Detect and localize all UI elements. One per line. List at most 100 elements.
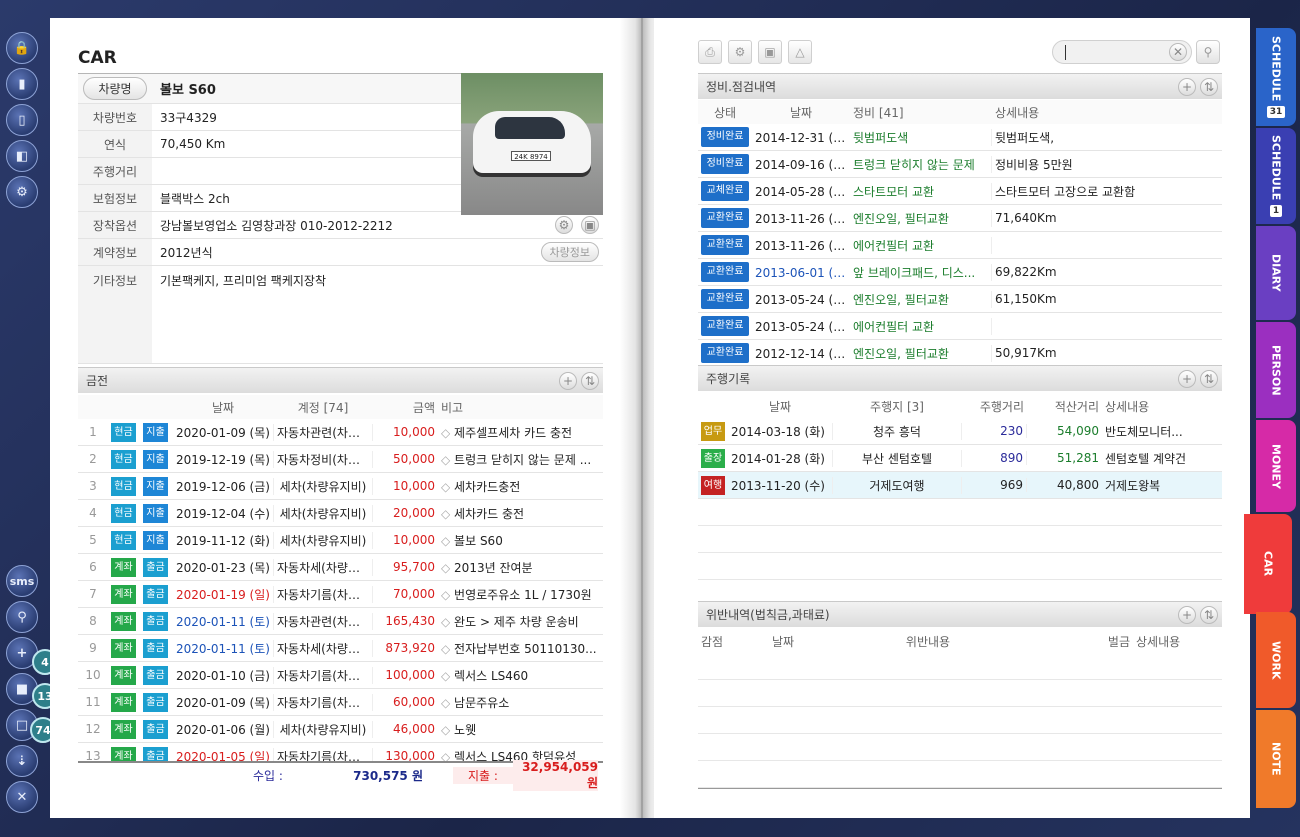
date-cell: 2020-01-23 (목) (176, 560, 270, 575)
lock-icon[interactable]: 🔒 (6, 32, 38, 64)
payment-type-tag: 계좌 (111, 638, 136, 658)
table-row[interactable]: 7 계좌 출금 2020-01-19 (일) 자동차기름(차량... 70,000 ◇ 번영… (78, 581, 603, 608)
cart-icon[interactable]: △ (788, 40, 812, 64)
sort-icon[interactable]: ⇅ (1200, 78, 1218, 96)
col-header: 비고 (441, 400, 464, 415)
search-icon[interactable]: ⚲ (1196, 40, 1220, 64)
table-row[interactable]: 8 계좌 출금 2020-01-11 (토) 자동차관련(차량... 165,430 ◇ 완… (78, 608, 603, 635)
add-icon[interactable]: + (1178, 78, 1196, 96)
payment-type-tag: 계좌 (111, 557, 136, 577)
table-row[interactable]: 10 계좌 출금 2020-01-10 (금) 자동차기름(차량... 100,000 ◇ … (78, 662, 603, 689)
table-row[interactable]: 9 계좌 출금 2020-01-11 (토) 자동차세(차량유... 873,920 ◇ 전… (78, 635, 603, 662)
search-input[interactable]: ✕ (1052, 40, 1192, 64)
place-cell: 청주 흥덕 (832, 422, 962, 440)
tag-icon: ◇ (441, 668, 455, 683)
amount-cell: 50,000 (393, 452, 435, 466)
field-value: 70,450 Km (160, 137, 226, 151)
col-header: 적산거리 (1054, 399, 1099, 414)
tab-money[interactable]: MONEY (1256, 420, 1296, 512)
col-header: 계정 [74] (297, 400, 349, 415)
table-row[interactable]: 교환완료 2013-11-26 (화) 에어컨필터 교환 (698, 232, 1222, 259)
settings-icon[interactable]: ⚙ (728, 40, 752, 64)
transaction-type-tag: 지출 (143, 503, 168, 523)
table-row[interactable]: 5 현금 지출 2019-11-12 (화) 세차(차량유지비) 10,000 ◇ 볼보 S… (78, 527, 603, 554)
payment-type-tag: 현금 (111, 422, 136, 442)
item-cell: 엔진오일, 필터교환 (850, 344, 992, 362)
table-row[interactable]: 교환완료 2013-11-26 (화) 엔진오일, 필터교환 71,640Km (698, 205, 1222, 232)
table-row[interactable]: 출장 2014-01-28 (화) 부산 센텀호텔 890 51,281 센텀호텔 계약건 (698, 445, 1222, 472)
date-cell: 2013-11-26 (화) (755, 211, 849, 226)
tab-schedule[interactable]: SCHEDULE 31 (1256, 28, 1296, 126)
search-icon[interactable]: ⚲ (6, 601, 38, 633)
tab-diary[interactable]: DIARY (1256, 226, 1296, 320)
table-row[interactable]: 정비완료 2014-12-31 (수) 뒷범퍼도색 뒷범퍼도색, (698, 124, 1222, 151)
date-cell: 2020-01-11 (토) (176, 614, 270, 629)
car-name-label[interactable]: 차량명 (83, 77, 147, 100)
row-number: 4 (89, 506, 97, 520)
table-row[interactable]: 교환완료 2013-05-24 (금) 엔진오일, 필터교환 61,150Km (698, 286, 1222, 313)
account-cell: 자동차세(차량유... (273, 639, 373, 657)
date-cell: 2013-05-24 (금) (755, 319, 849, 334)
transaction-type-tag: 지출 (143, 476, 168, 496)
tab-note[interactable]: NOTE (1256, 710, 1296, 808)
book-icon[interactable]: ▮ (6, 68, 38, 100)
car-name-value: 볼보 S60 (160, 83, 216, 98)
tab-label: DIARY (1269, 254, 1283, 292)
total-distance-cell: 40,800 (1057, 478, 1099, 492)
tab-work[interactable]: WORK (1256, 612, 1296, 708)
table-row[interactable]: 교환완료 2013-05-24 (금) 에어컨필터 교환 (698, 313, 1222, 340)
page-left-icon[interactable]: ◧ (6, 140, 38, 172)
detail-cell: 71,640Km (995, 211, 1057, 225)
expense-value: 32,954,059 원 (513, 759, 598, 791)
add-icon[interactable]: + (559, 372, 577, 390)
page-right-icon[interactable]: ▯ (6, 104, 38, 136)
left-page: CAR 차량명 볼보 S60 차량번호 33구4329 연식 70,450 Km 주… (50, 18, 640, 818)
payment-type-tag: 현금 (111, 449, 136, 469)
sort-icon[interactable]: ⇅ (581, 372, 599, 390)
payment-type-tag: 계좌 (111, 665, 136, 685)
close-icon[interactable]: ✕ (6, 781, 38, 813)
tab-person[interactable]: PERSON (1256, 322, 1296, 418)
table-row[interactable]: 교체완료 2014-05-28 (수) 스타트모터 교환 스타트모터 고장으로 교환함 (698, 178, 1222, 205)
maintenance-table: 상태 날짜 정비 [41] 상세내용 정비완료 2014-12-31 (수) 뒷범퍼… (698, 100, 1222, 367)
tab-schedule[interactable]: SCHEDULE 1 (1256, 128, 1296, 224)
car-icon[interactable]: ▣ (581, 216, 599, 234)
add-icon[interactable]: + (1178, 370, 1196, 388)
add-icon[interactable]: + (1178, 606, 1196, 624)
tab-car[interactable]: CAR (1244, 514, 1292, 614)
save-icon[interactable]: ▣ (758, 40, 782, 64)
table-row[interactable]: 정비완료 2014-09-16 (화) 트렁크 닫히지 않는 문제 정비비용 5만원 (698, 151, 1222, 178)
row-number: 3 (89, 479, 97, 493)
row-number: 6 (89, 560, 97, 574)
chevron-down-icon[interactable]: ⇣ (6, 745, 38, 777)
clear-icon[interactable]: ✕ (1169, 43, 1187, 61)
date-cell: 2020-01-06 (월) (176, 722, 270, 737)
table-row[interactable]: 교환완료 2012-12-14 (금) 엔진오일, 필터교환 50,917Km (698, 340, 1222, 367)
table-row[interactable]: 여행 2013-11-20 (수) 거제도여행 969 40,800 거제도왕복 (698, 472, 1222, 499)
tab-label: WORK (1269, 640, 1283, 680)
car-info-button[interactable]: 차량정보 (540, 242, 599, 262)
print-icon[interactable]: ⎙ (698, 40, 722, 64)
table-row[interactable]: 3 현금 지출 2019-12-06 (금) 세차(차량유지비) 10,000 ◇ 세차카드… (78, 473, 603, 500)
amount-cell: 10,000 (393, 533, 435, 547)
table-row[interactable]: 6 계좌 출금 2020-01-23 (목) 자동차세(차량유... 95,700 ◇ 20… (78, 554, 603, 581)
transaction-type-tag: 지출 (143, 449, 168, 469)
account-cell: 자동차관련(차량... (273, 612, 373, 630)
sort-icon[interactable]: ⇅ (1200, 370, 1218, 388)
table-row[interactable]: 11 계좌 출금 2020-01-09 (목) 자동차기름(차량... 60,000 ◇ 남… (78, 689, 603, 716)
field-label: 차량번호 (78, 104, 152, 130)
note-cell: 전자납부번호 50110130... (454, 641, 597, 656)
table-row[interactable]: 4 현금 지출 2019-12-04 (수) 세차(차량유지비) 20,000 ◇ 세차카드… (78, 500, 603, 527)
sms-button[interactable]: sms (6, 565, 38, 597)
car-option-icon[interactable]: ⚙ (555, 216, 573, 234)
table-row[interactable]: 12 계좌 출금 2020-01-06 (월) 세차(차량유지비) 46,000 ◇ 노웻 (78, 716, 603, 743)
settings-icon[interactable]: ⚙ (6, 176, 38, 208)
table-row[interactable]: 업무 2014-03-18 (화) 청주 흥덕 230 54,090 반도체모니터... (698, 418, 1222, 445)
table-row[interactable]: 교환완료 2013-06-01 (토) 앞 브레이크패드, 디스... 69,822K… (698, 259, 1222, 286)
table-row[interactable]: 1 현금 지출 2020-01-09 (목) 자동차관련(차량... 10,000 ◇ 제주… (78, 419, 603, 446)
date-cell: 2014-12-31 (수) (755, 130, 849, 145)
table-row[interactable]: 2 현금 지출 2019-12-19 (목) 자동차정비(차량... 50,000 ◇ 트렁… (78, 446, 603, 473)
left-rail: 🔒 ▮ ▯ ◧ ⚙ sms ⚲ + ■ □ ⇣ ✕ (0, 20, 44, 835)
date-cell: 2020-01-10 (금) (176, 668, 270, 683)
sort-icon[interactable]: ⇅ (1200, 606, 1218, 624)
